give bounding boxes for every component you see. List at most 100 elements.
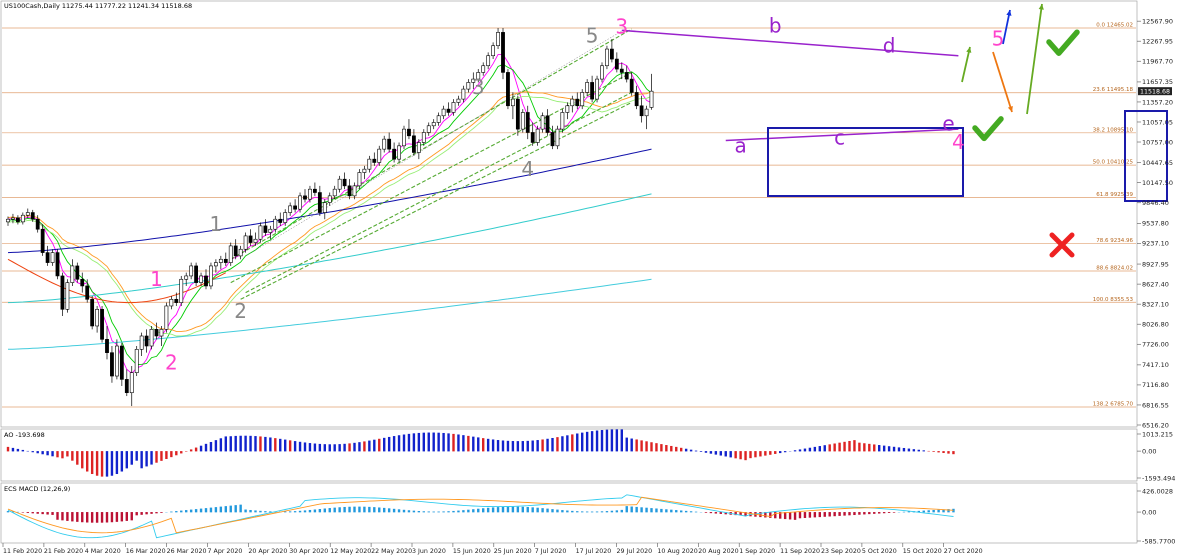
macd-bar — [615, 510, 619, 513]
wave-label: d — [883, 33, 896, 57]
candle-bullish — [209, 265, 213, 287]
ao-bar — [353, 442, 356, 452]
macd-bar — [180, 510, 183, 513]
ao-bar — [387, 436, 391, 452]
fib-level-label: 23.6 11495.18 — [1093, 87, 1134, 93]
ao-bar — [61, 451, 64, 459]
macd-bar — [432, 511, 435, 513]
macd-bar — [878, 512, 881, 514]
candle-bearish — [55, 252, 60, 277]
macd-bar — [462, 510, 465, 513]
candle-bullish — [298, 195, 302, 210]
macd-bar — [115, 512, 119, 522]
candle-bullish — [486, 55, 491, 67]
macd-bar — [590, 511, 594, 513]
ao-bar — [274, 438, 277, 452]
candle-bullish — [149, 329, 154, 347]
macd-bar — [239, 504, 242, 513]
ao-bar — [204, 443, 208, 452]
ao-bar — [516, 441, 520, 452]
price-tick-label: 11057.05 — [1142, 118, 1173, 126]
price-tick-label: 7726.00 — [1142, 341, 1169, 349]
date-tick-label: 15 Jun 2020 — [453, 548, 491, 555]
candle-bearish — [80, 278, 85, 287]
ao-bar — [675, 446, 678, 452]
candle-bullish — [451, 102, 456, 113]
ao-bar — [482, 438, 485, 452]
date-tick-label: 20 Apr 2020 — [248, 548, 287, 555]
macd-bar — [491, 507, 495, 513]
candle-bearish — [372, 158, 377, 163]
ao-bar — [11, 447, 15, 452]
macd-title: ECS MACD (12,26,9) — [4, 485, 70, 493]
candle-bearish — [392, 148, 397, 160]
candle-bullish — [570, 98, 575, 107]
ao-bar — [486, 438, 490, 452]
ao-bar — [318, 443, 322, 452]
candle-bullish — [535, 128, 540, 143]
candle-bearish — [154, 329, 159, 337]
ao-bar — [556, 437, 559, 452]
macd-bar — [546, 508, 549, 513]
ao-bar — [600, 430, 604, 452]
candle-bearish — [639, 105, 644, 117]
ao-bar — [873, 444, 876, 452]
macd-bar — [392, 508, 396, 513]
macd-bar — [670, 509, 673, 513]
ao-bar — [427, 432, 430, 452]
candle-bearish — [40, 228, 45, 253]
ao-tick-label: -1593.494 — [1142, 474, 1175, 482]
ao-bar — [31, 451, 34, 453]
candle-bearish — [550, 132, 555, 147]
candle-bullish — [644, 108, 649, 117]
candle-bearish — [342, 178, 347, 187]
candle-bearish — [317, 192, 322, 213]
ao-bar — [704, 451, 708, 453]
ao-bar — [358, 442, 361, 452]
ao-bar — [125, 451, 128, 469]
ao-bar — [897, 447, 901, 452]
macd-bar — [125, 512, 128, 521]
ao-bar — [437, 432, 440, 452]
date-tick-label: 23 Sep 2020 — [821, 548, 861, 555]
candle-bearish — [90, 298, 95, 327]
candle-bullish — [421, 132, 426, 143]
wave-label: 5 — [586, 23, 599, 47]
ao-bar — [145, 451, 148, 467]
candle-bullish — [426, 125, 431, 133]
ao-bar — [744, 451, 747, 461]
ao-bar — [249, 435, 252, 452]
ao-bar — [467, 435, 470, 452]
ao-bar — [284, 439, 287, 452]
candle-bullish — [595, 78, 599, 100]
macd-bar — [501, 506, 505, 513]
candle-bullish — [184, 275, 189, 280]
macd-bar — [244, 509, 247, 513]
macd-bar — [298, 510, 302, 513]
ao-bar — [887, 446, 891, 452]
ao-bar — [694, 450, 698, 452]
candle-bullish — [129, 372, 134, 394]
candle-bearish — [506, 72, 510, 107]
macd-bar — [150, 512, 153, 514]
chart-window[interactable]: 0.0 12465.0223.6 11495.1838.2 10895.1050… — [0, 0, 1200, 559]
ao-bar — [868, 443, 871, 452]
date-tick-label: 25 Jun 2020 — [494, 548, 532, 555]
macd-bar — [675, 510, 678, 513]
macd-bar — [383, 507, 386, 513]
candle-bullish — [382, 138, 387, 150]
candle-bullish — [377, 148, 382, 163]
macd-bar — [348, 506, 351, 513]
macd-bar — [828, 512, 831, 517]
fib-level-label: 100.0 8355.53 — [1093, 297, 1134, 303]
macd-bar — [234, 505, 237, 513]
date-tick-label: 30 Apr 2020 — [289, 548, 328, 555]
ao-bar — [779, 451, 782, 454]
macd-bar — [407, 510, 411, 513]
macd-bar — [313, 509, 317, 513]
ao-bar — [511, 441, 515, 452]
ao-bar — [194, 447, 198, 452]
ao-bar — [16, 448, 20, 452]
macd-bar — [521, 506, 524, 513]
macd-bar — [422, 511, 425, 513]
